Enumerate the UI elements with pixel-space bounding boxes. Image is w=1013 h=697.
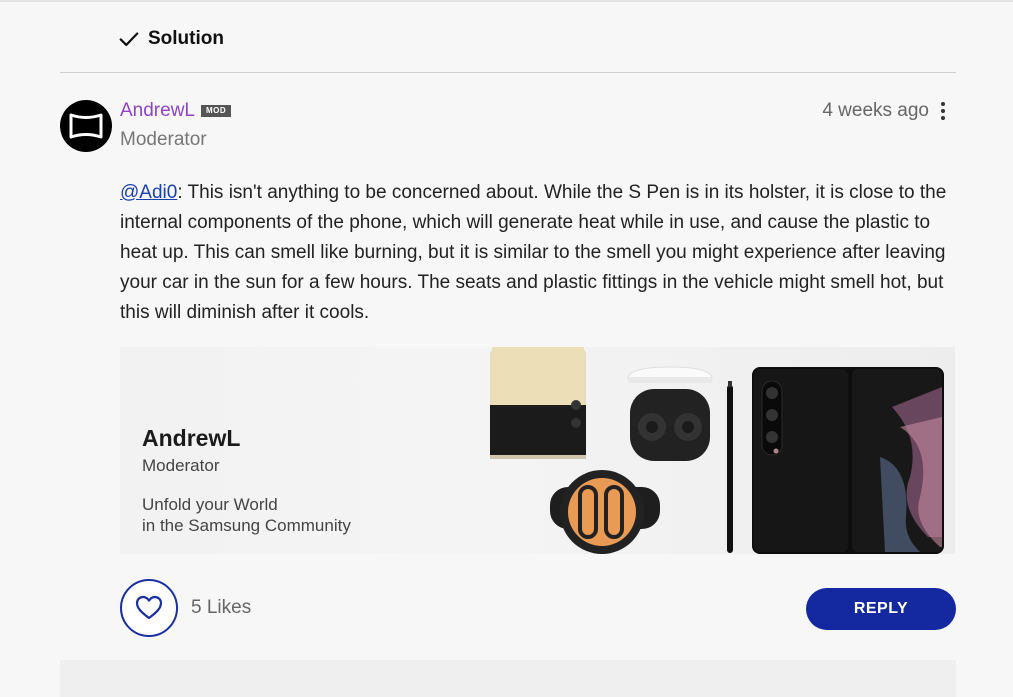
banner-products-image: [490, 347, 944, 554]
post-body: @Adi0: This isn't anything to be concern…: [120, 178, 960, 328]
reply-button[interactable]: REPLY: [806, 588, 956, 630]
user-mention-link[interactable]: @Adi0: [120, 182, 177, 203]
flip-phone-image: [490, 347, 586, 459]
signature-banner: AndrewL Moderator Unfold your World in t…: [120, 347, 955, 554]
check-icon: [119, 32, 139, 47]
more-options-icon[interactable]: [937, 100, 949, 122]
earbuds-image: [627, 366, 713, 461]
heart-icon: [135, 595, 163, 620]
watch-image: [550, 470, 660, 554]
author-name[interactable]: AndrewL: [120, 100, 195, 122]
section-divider: [60, 72, 956, 73]
banner-author-name: AndrewL: [142, 425, 241, 451]
post-meta: 4 weeks ago: [822, 99, 949, 123]
s-pen-image: [727, 381, 733, 553]
solution-label: Solution: [148, 28, 224, 49]
top-divider: [0, 0, 1013, 2]
next-post-card: [60, 660, 956, 697]
post-timestamp: 4 weeks ago: [822, 100, 929, 121]
author-block: AndrewL MOD Moderator: [120, 99, 232, 151]
moderator-badge: MOD: [201, 105, 232, 117]
fold-phone-image: [752, 367, 944, 554]
avatar[interactable]: [60, 100, 112, 152]
like-button[interactable]: [120, 579, 178, 637]
banner-tagline-line1: Unfold your World: [142, 495, 278, 514]
avatar-frame-icon: [69, 113, 103, 139]
accepted-solution-indicator: Solution: [118, 26, 224, 52]
banner-tagline-line2: in the Samsung Community: [142, 516, 351, 535]
likes-count[interactable]: 5 Likes: [191, 597, 251, 619]
author-role: Moderator: [120, 129, 207, 150]
post-text: : This isn't anything to be concerned ab…: [120, 182, 947, 323]
banner-author-role: Moderator: [142, 456, 220, 475]
